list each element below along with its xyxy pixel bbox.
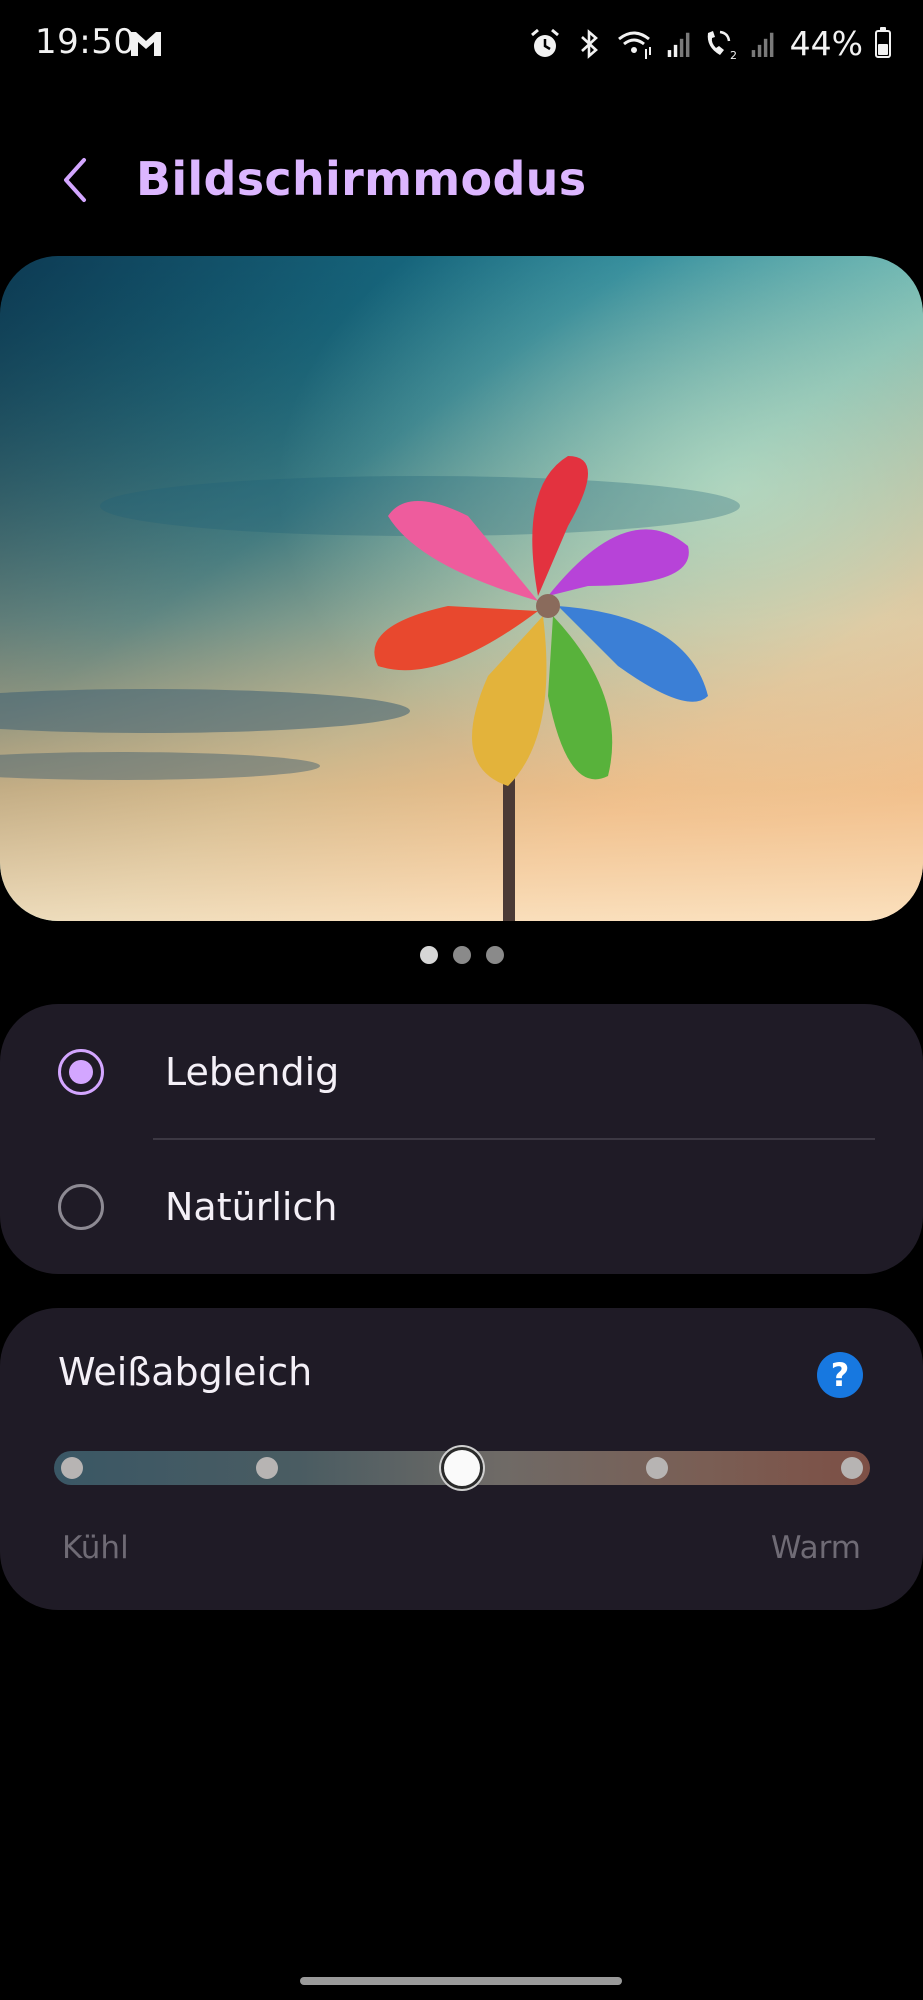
gmail-icon [131,32,161,56]
slider-tick[interactable] [646,1457,668,1479]
white-balance-slider[interactable] [54,1447,870,1489]
option-lebendig[interactable]: Lebendig [0,1004,923,1139]
chevron-left-icon [64,158,86,202]
slider-min-label: Kühl [62,1530,129,1566]
image-pager [0,946,923,964]
signal-icon-2 [751,32,774,57]
bluetooth-icon [580,28,598,59]
battery-icon [875,26,891,58]
option-label: Natürlich [165,1185,338,1229]
pinwheel-sunset-image[interactable] [0,256,923,921]
pager-dot[interactable] [485,946,504,964]
app-header: Bildschirmmodus [0,130,923,230]
slider-tick[interactable] [256,1457,278,1479]
battery-percent: 44% [789,24,863,63]
option-label: Lebendig [165,1050,340,1094]
radio-button[interactable] [58,1049,104,1095]
white-balance-title: Weißabgleich [58,1350,313,1394]
volte-call-icon: 2 [707,30,737,61]
pager-dot[interactable] [419,946,438,964]
status-bar: 19:50 2 44% [0,0,923,90]
screen: 19:50 2 44% Bildschirmmodus Lebendig Nat… [0,0,923,2000]
status-icons: 2 44% [528,24,891,63]
screen-mode-card: Lebendig Natürlich [0,1004,923,1274]
option-natuerlich[interactable]: Natürlich [0,1139,923,1274]
help-icon[interactable]: ? [817,1352,863,1398]
home-indicator[interactable] [300,1977,622,1985]
status-time: 19:50 [35,22,136,62]
slider-thumb[interactable] [441,1447,483,1489]
svg-text:2: 2 [730,49,737,61]
battery-level-fill [878,43,888,55]
slider-tick[interactable] [841,1457,863,1479]
slider-max-label: Warm [770,1530,861,1566]
signal-icon [667,32,690,57]
wifi-calling-icon [617,31,651,59]
page-title: Bildschirmmodus [136,152,587,206]
back-button[interactable] [45,150,105,210]
white-balance-card: Weißabgleich ? Kühl Warm [0,1308,923,1610]
alarm-icon [530,28,559,57]
pager-dot[interactable] [452,946,471,964]
radio-button[interactable] [58,1184,104,1230]
slider-tick[interactable] [61,1457,83,1479]
